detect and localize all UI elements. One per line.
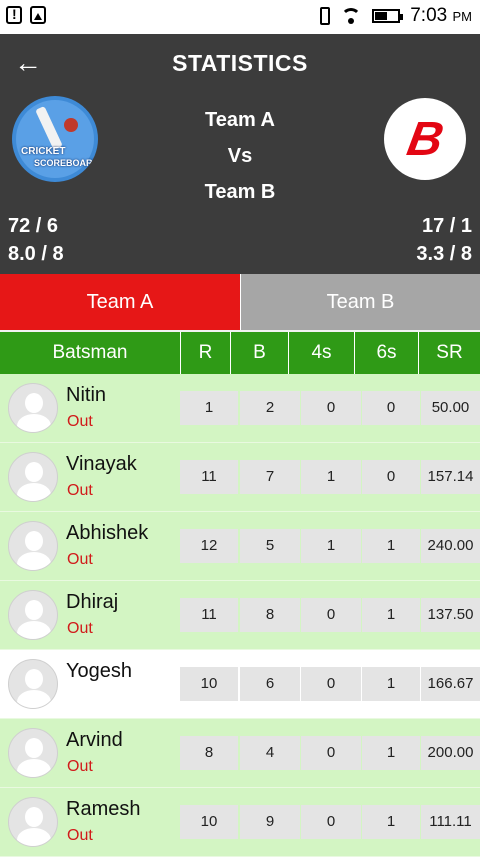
- team1-runs-wickets: 72 / 6: [8, 215, 59, 237]
- battery-icon: [372, 9, 404, 23]
- team-matchup: Team A Vs Team B: [140, 102, 340, 210]
- batting-table: Nitin Out 1 2 0 0 50.00 Vinayak Out 11 7…: [0, 374, 480, 857]
- strike-rate-cell: 157.14: [421, 460, 480, 494]
- player-status: Out: [67, 827, 93, 844]
- runs-cell: 11: [180, 598, 238, 632]
- fours-cell: 1: [301, 460, 361, 494]
- balls-cell: 7: [240, 460, 300, 494]
- clock-ampm: PM: [452, 9, 473, 24]
- page-title: STATISTICS: [172, 50, 308, 76]
- sixes-cell: 0: [362, 460, 420, 494]
- sixes-cell: 1: [362, 667, 420, 701]
- table-row[interactable]: Yogesh 10 6 0 1 166.67: [0, 650, 480, 719]
- player-name: Ramesh: [66, 798, 141, 820]
- wifi-icon: [340, 8, 362, 24]
- player-name: Nitin: [66, 384, 107, 406]
- status-bar: 7:03 PM: [0, 0, 480, 34]
- table-row[interactable]: Abhishek Out 12 5 1 1 240.00: [0, 512, 480, 581]
- clock: 7:03 PM: [410, 5, 472, 27]
- tab-team-b[interactable]: Team B: [240, 274, 480, 330]
- table-row[interactable]: Vinayak Out 11 7 1 0 157.14: [0, 443, 480, 512]
- player-name: Vinayak: [66, 453, 137, 475]
- team1-name: Team A: [204, 109, 276, 131]
- player-status: Out: [67, 482, 93, 499]
- vs-label: Vs: [227, 145, 253, 167]
- fours-cell: 1: [301, 529, 361, 563]
- team2-score: 17 / 1 3.3 / 8: [416, 212, 472, 268]
- table-row[interactable]: Arvind Out 8 4 0 1 200.00: [0, 719, 480, 788]
- logo-text-scoreboard: SCOREBOARD: [34, 158, 98, 168]
- tab-team-a[interactable]: Team A: [0, 274, 240, 330]
- strike-rate-cell: 240.00: [421, 529, 480, 563]
- runs-cell: 12: [180, 529, 238, 563]
- sixes-cell: 1: [362, 805, 420, 839]
- player-name: Yogesh: [66, 660, 132, 682]
- avatar: [8, 659, 58, 709]
- fours-cell: 0: [301, 667, 361, 701]
- team-tabs: Team A Team B: [0, 274, 480, 330]
- player-status: Out: [67, 620, 93, 637]
- avatar: [8, 590, 58, 640]
- player-name: Abhishek: [66, 522, 149, 544]
- team2-overs: 3.3 / 8: [416, 243, 472, 265]
- balls-cell: 6: [240, 667, 300, 701]
- runs-cell: 1: [180, 391, 238, 425]
- strike-rate-cell: 111.11: [421, 805, 480, 839]
- table-row[interactable]: Nitin Out 1 2 0 0 50.00: [0, 374, 480, 443]
- vibrate-icon: [320, 7, 331, 25]
- runs-cell: 11: [180, 460, 238, 494]
- table-row[interactable]: Ramesh Out 10 9 0 1 111.11: [0, 788, 480, 857]
- header-runs: R: [180, 332, 230, 374]
- avatar: [8, 383, 58, 433]
- avatar: [8, 521, 58, 571]
- header-sixes: 6s: [354, 332, 418, 374]
- header-balls: B: [230, 332, 288, 374]
- sixes-cell: 0: [362, 391, 420, 425]
- avatar: [8, 797, 58, 847]
- fours-cell: 0: [301, 598, 361, 632]
- team2-runs-wickets: 17 / 1: [421, 215, 472, 237]
- player-name: Arvind: [66, 729, 123, 751]
- alert-icon: [6, 6, 22, 24]
- runs-cell: 10: [180, 667, 238, 701]
- table-row[interactable]: Dhiraj Out 11 8 0 1 137.50: [0, 581, 480, 650]
- runs-cell: 8: [180, 736, 238, 770]
- photo-icon: [30, 6, 46, 24]
- cricket-scoreboard-logo: CRICKET SCOREBOARD: [12, 96, 98, 182]
- logo-text-cricket: CRICKET: [21, 146, 66, 157]
- player-status: Out: [67, 551, 93, 568]
- match-header: ← STATISTICS CRICKET SCOREBOARD Team A V…: [0, 34, 480, 274]
- avatar: [8, 452, 58, 502]
- fours-cell: 0: [301, 736, 361, 770]
- balls-cell: 9: [240, 805, 300, 839]
- sixes-cell: 1: [362, 529, 420, 563]
- header-batsman: Batsman: [52, 342, 128, 363]
- sixes-cell: 1: [362, 598, 420, 632]
- fours-cell: 0: [301, 805, 361, 839]
- header-strike-rate: SR: [418, 332, 480, 374]
- batting-table-header: Batsman R B 4s 6s SR: [0, 332, 480, 374]
- team1-score: 72 / 6 8.0 / 8: [8, 212, 64, 268]
- strike-rate-cell: 200.00: [421, 736, 480, 770]
- strike-rate-cell: 137.50: [421, 598, 480, 632]
- clock-time: 7:03: [410, 5, 448, 26]
- team2-name: Team B: [204, 181, 276, 203]
- strike-rate-cell: 166.67: [421, 667, 480, 701]
- balls-cell: 8: [240, 598, 300, 632]
- balls-cell: 2: [240, 391, 300, 425]
- balls-cell: 4: [240, 736, 300, 770]
- header-fours: 4s: [288, 332, 354, 374]
- team1-overs: 8.0 / 8: [8, 243, 64, 265]
- team-b-logo-mark: B: [402, 112, 448, 166]
- team-b-logo: B: [384, 98, 466, 180]
- fours-cell: 0: [301, 391, 361, 425]
- runs-cell: 10: [180, 805, 238, 839]
- strike-rate-cell: 50.00: [421, 391, 480, 425]
- player-status: Out: [67, 413, 93, 430]
- player-name: Dhiraj: [66, 591, 119, 613]
- player-status: Out: [67, 758, 93, 775]
- sixes-cell: 1: [362, 736, 420, 770]
- avatar: [8, 728, 58, 778]
- balls-cell: 5: [240, 529, 300, 563]
